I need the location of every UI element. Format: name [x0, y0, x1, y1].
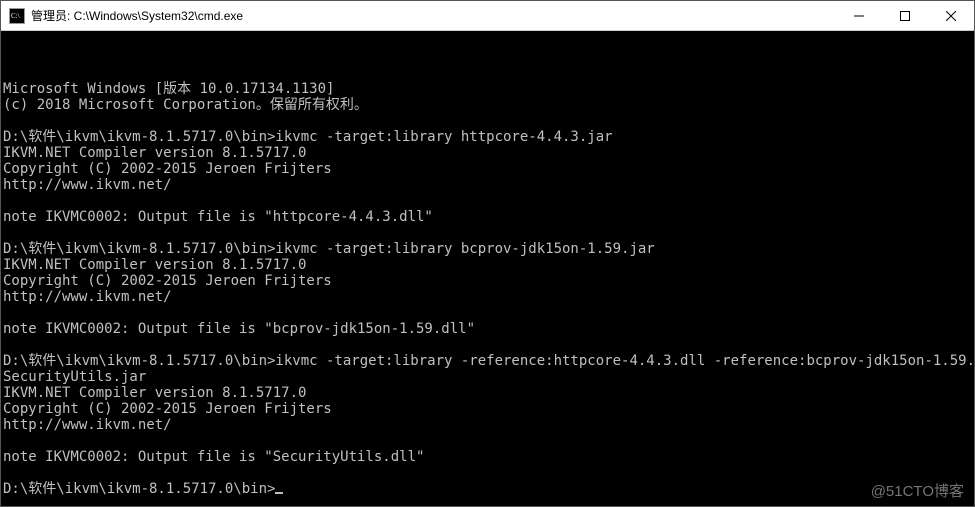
terminal-line: [3, 193, 972, 209]
terminal-prompt: D:\软件\ikvm\ikvm-8.1.5717.0\bin>: [3, 481, 275, 497]
cmd-window: C:\ 管理员: C:\Windows\System32\cmd.exe Mic…: [0, 0, 975, 507]
terminal-line: D:\软件\ikvm\ikvm-8.1.5717.0\bin>ikvmc -ta…: [3, 241, 972, 257]
close-button[interactable]: [928, 1, 974, 31]
terminal-line: IKVM.NET Compiler version 8.1.5717.0: [3, 257, 972, 273]
maximize-button[interactable]: [882, 1, 928, 31]
cursor: [275, 492, 283, 494]
terminal-line: IKVM.NET Compiler version 8.1.5717.0: [3, 385, 972, 401]
terminal-line: [3, 305, 972, 321]
terminal-line: Copyright (C) 2002-2015 Jeroen Frijters: [3, 401, 972, 417]
maximize-icon: [900, 11, 910, 21]
cmd-icon: C:\: [9, 8, 25, 24]
terminal-area[interactable]: Microsoft Windows [版本 10.0.17134.1130](c…: [1, 31, 974, 506]
terminal-line: D:\软件\ikvm\ikvm-8.1.5717.0\bin>ikvmc -ta…: [3, 129, 972, 145]
close-icon: [946, 11, 956, 21]
terminal-line: note IKVMC0002: Output file is "httpcore…: [3, 209, 972, 225]
terminal-line: [3, 465, 972, 481]
terminal-line: IKVM.NET Compiler version 8.1.5717.0: [3, 145, 972, 161]
terminal-line: http://www.ikvm.net/: [3, 417, 972, 433]
terminal-line: Microsoft Windows [版本 10.0.17134.1130]: [3, 81, 972, 97]
terminal-line: [3, 113, 972, 129]
terminal-line: [3, 433, 972, 449]
terminal-line: Copyright (C) 2002-2015 Jeroen Frijters: [3, 273, 972, 289]
svg-text:C:\: C:\: [11, 12, 20, 20]
terminal-line: note IKVMC0002: Output file is "Security…: [3, 449, 972, 465]
minimize-icon: [854, 11, 864, 21]
minimize-button[interactable]: [836, 1, 882, 31]
terminal-line: D:\软件\ikvm\ikvm-8.1.5717.0\bin>ikvmc -ta…: [3, 353, 972, 369]
terminal-line: SecurityUtils.jar: [3, 369, 972, 385]
terminal-line: http://www.ikvm.net/: [3, 289, 972, 305]
terminal-line: [3, 337, 972, 353]
terminal-line: note IKVMC0002: Output file is "bcprov-j…: [3, 321, 972, 337]
window-title: 管理员: C:\Windows\System32\cmd.exe: [31, 7, 243, 24]
titlebar[interactable]: C:\ 管理员: C:\Windows\System32\cmd.exe: [1, 1, 974, 31]
terminal-prompt-line[interactable]: D:\软件\ikvm\ikvm-8.1.5717.0\bin>: [3, 481, 972, 497]
terminal-line: (c) 2018 Microsoft Corporation。保留所有权利。: [3, 97, 972, 113]
terminal-line: http://www.ikvm.net/: [3, 177, 972, 193]
terminal-line: [3, 225, 972, 241]
terminal-line: Copyright (C) 2002-2015 Jeroen Frijters: [3, 161, 972, 177]
